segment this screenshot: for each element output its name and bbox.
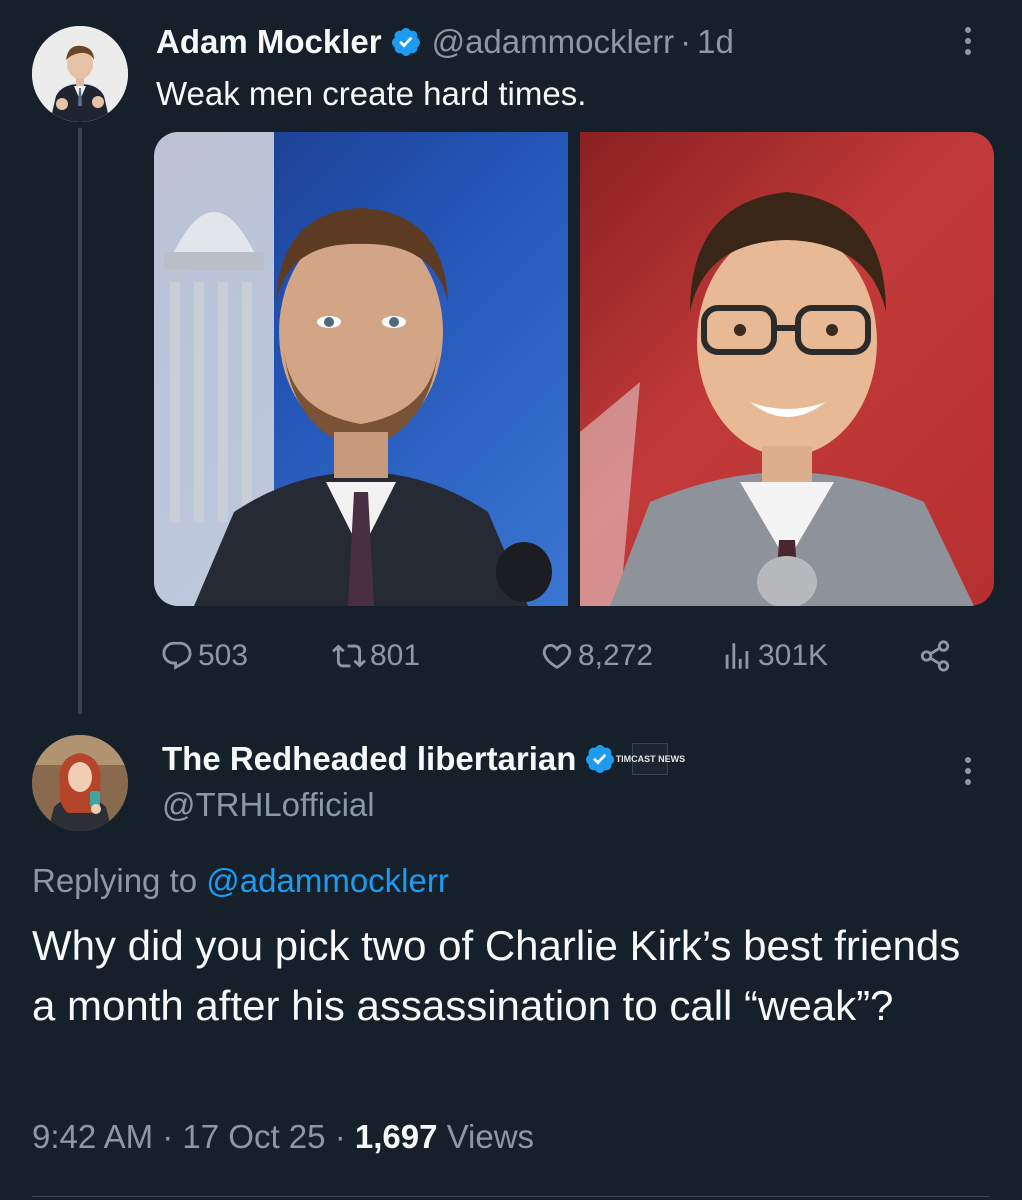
views-button[interactable]: 301K bbox=[720, 636, 828, 676]
speech-bubble-icon bbox=[162, 641, 192, 670]
meta-separator-2: · bbox=[334, 1118, 355, 1155]
avatar-adam-mockler[interactable] bbox=[32, 26, 128, 122]
header-separator: · bbox=[680, 23, 692, 60]
replying-to-prefix: Replying to bbox=[32, 862, 198, 899]
avatar-image bbox=[32, 26, 128, 122]
reply-author-handle[interactable]: @TRHLofficial bbox=[162, 786, 375, 824]
affiliate-badge-logo[interactable]: TIMCAST NEWS bbox=[616, 743, 685, 775]
photo-2-illustration bbox=[580, 192, 974, 606]
reply-button[interactable]: 503 bbox=[160, 636, 248, 676]
verified-check-icon bbox=[390, 26, 422, 58]
tweet-media bbox=[154, 132, 994, 606]
thread-connector-line bbox=[78, 128, 82, 714]
media-photo-1[interactable] bbox=[154, 132, 568, 606]
photo-1-illustration bbox=[154, 132, 552, 606]
reply-views-label: Views bbox=[446, 1118, 535, 1155]
like-button[interactable]: 8,272 bbox=[540, 636, 653, 676]
like-count: 8,272 bbox=[578, 639, 654, 672]
reply-header: The Redheaded libertarian TIMCAST NEWS bbox=[162, 736, 685, 782]
share-nodes-icon bbox=[920, 640, 950, 672]
tweet-header: Adam Mockler @adammocklerr · 1d bbox=[156, 22, 734, 62]
reply-more-button[interactable] bbox=[958, 752, 978, 796]
views-count: 301K bbox=[758, 639, 829, 672]
verified-check-icon bbox=[584, 743, 616, 775]
affiliate-badge-text: TIMCAST NEWS bbox=[615, 753, 686, 764]
tweet-text: Weak men create hard times. bbox=[156, 75, 587, 112]
reply-metadata: 9:42 AM · 17 Oct 25 · 1,697 Views bbox=[32, 1118, 534, 1156]
meta-separator-1: · bbox=[162, 1118, 183, 1155]
author-display-name[interactable]: Adam Mockler bbox=[156, 23, 382, 61]
replying-to-link[interactable]: @adammocklerr bbox=[206, 862, 449, 899]
replying-to-line: Replying to @adammocklerr bbox=[32, 862, 449, 900]
retweet-arrows-icon bbox=[332, 644, 366, 668]
retweet-count: 801 bbox=[370, 639, 421, 672]
reply-text: Why did you pick two of Charlie Kirk’s b… bbox=[32, 922, 961, 1029]
share-button[interactable] bbox=[918, 636, 956, 676]
avatar-redheaded-libertarian[interactable] bbox=[32, 735, 128, 831]
vertical-ellipsis-icon bbox=[965, 757, 971, 763]
bottom-divider bbox=[32, 1196, 990, 1197]
reply-time[interactable]: 9:42 AM bbox=[32, 1118, 153, 1155]
reply-count: 503 bbox=[198, 639, 249, 672]
retweet-button[interactable]: 801 bbox=[332, 636, 420, 676]
tweet-more-button[interactable] bbox=[958, 22, 978, 66]
reply-views-count: 1,697 bbox=[354, 1118, 438, 1155]
reply-author-display-name[interactable]: The Redheaded libertarian bbox=[162, 740, 576, 778]
tweet-action-bar: 503 801 8,272 301K bbox=[160, 636, 960, 676]
avatar-image bbox=[32, 735, 128, 831]
heart-icon bbox=[542, 643, 572, 669]
tweet-timestamp[interactable]: 1d bbox=[697, 23, 734, 61]
media-photo-2[interactable] bbox=[580, 132, 994, 606]
vertical-ellipsis-icon bbox=[965, 27, 971, 33]
bar-chart-icon bbox=[725, 643, 749, 669]
author-handle[interactable]: @adammocklerr bbox=[432, 23, 675, 61]
reply-date[interactable]: 17 Oct 25 bbox=[182, 1118, 325, 1155]
